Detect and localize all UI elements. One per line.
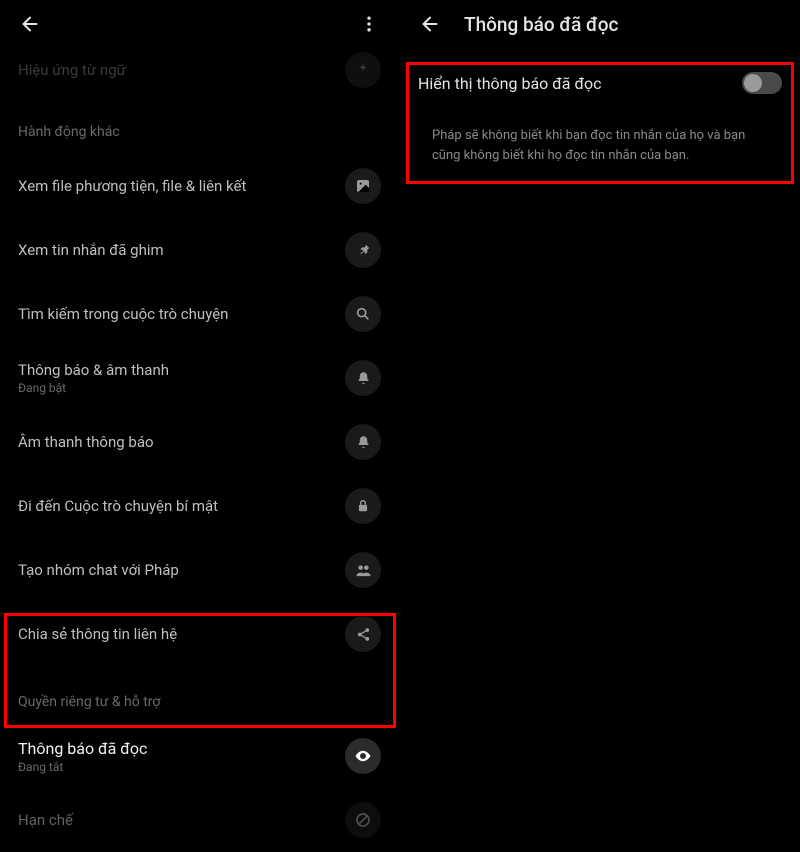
icon-circle xyxy=(345,232,381,268)
back-button[interactable] xyxy=(412,6,448,42)
row-label: Xem file phương tiện, file & liên kết xyxy=(18,177,246,195)
icon-circle xyxy=(345,296,381,332)
search-icon xyxy=(355,306,371,322)
read-receipts-toggle[interactable] xyxy=(742,72,782,94)
row-share-contact[interactable]: Chia sẻ thông tin liên hệ xyxy=(0,602,399,666)
arrow-left-icon xyxy=(19,13,41,35)
setting-description: Pháp sẽ không biết khi bạn đọc tin nhắn … xyxy=(400,106,800,173)
topbar-right: Thông báo đã đọc xyxy=(400,0,800,48)
row-secret-conversation[interactable]: Đi đến Cuộc trò chuyện bí mật xyxy=(0,474,399,538)
icon-circle xyxy=(345,802,381,838)
icon-circle xyxy=(345,168,381,204)
row-label: Tìm kiếm trong cuộc trò chuyện xyxy=(18,305,228,323)
icon-circle xyxy=(345,738,381,774)
overflow-menu-button[interactable] xyxy=(351,6,387,42)
section-header-actions: Hành động khác xyxy=(0,96,399,154)
read-receipts-pane: Thông báo đã đọc Hiển thị thông báo đã đ… xyxy=(400,0,800,800)
pin-icon xyxy=(356,243,371,258)
row-create-group[interactable]: Tạo nhóm chat với Pháp xyxy=(0,538,399,602)
row-restrict[interactable]: Hạn chế xyxy=(0,788,399,852)
row-label: Thông báo đã đọc xyxy=(18,739,147,758)
row-pinned-messages[interactable]: Xem tin nhắn đã ghim xyxy=(0,218,399,282)
row-read-receipts[interactable]: Thông báo đã đọc Đang tắt xyxy=(0,724,399,788)
back-button[interactable] xyxy=(12,6,48,42)
icon-circle xyxy=(345,424,381,460)
row-label: Đi đến Cuộc trò chuyện bí mật xyxy=(18,497,218,515)
icon-circle xyxy=(345,616,381,652)
row-label: Hạn chế xyxy=(18,811,73,829)
arrow-left-icon xyxy=(419,13,441,35)
icon-circle xyxy=(345,552,381,588)
lock-icon xyxy=(356,499,370,513)
sparkle-icon xyxy=(355,62,371,78)
topbar-left xyxy=(0,0,399,48)
row-label: Thông báo & âm thanh xyxy=(18,361,169,379)
bell-icon xyxy=(356,371,371,386)
row-label: Hiệu ứng từ ngữ xyxy=(18,61,126,79)
group-icon xyxy=(355,562,372,579)
row-label: Chia sẻ thông tin liên hệ xyxy=(18,625,177,643)
image-icon xyxy=(355,178,371,194)
row-show-read-receipts[interactable]: Hiển thị thông báo đã đọc xyxy=(400,48,800,106)
row-label: Xem tin nhắn đã ghim xyxy=(18,241,164,259)
word-effects-icon-circle xyxy=(345,52,381,88)
more-vertical-icon xyxy=(359,14,379,34)
block-icon xyxy=(355,812,371,828)
eye-icon xyxy=(354,747,372,765)
row-label: Tạo nhóm chat với Pháp xyxy=(18,561,179,579)
row-notifications-sounds[interactable]: Thông báo & âm thanh Đang bật xyxy=(0,346,399,410)
row-notification-sound[interactable]: Âm thanh thông báo xyxy=(0,410,399,474)
bell-icon xyxy=(356,435,371,450)
row-word-effects[interactable]: Hiệu ứng từ ngữ xyxy=(0,48,399,96)
row-media-files-links[interactable]: Xem file phương tiện, file & liên kết xyxy=(0,154,399,218)
row-label: Âm thanh thông báo xyxy=(18,433,154,451)
row-search-conversation[interactable]: Tìm kiếm trong cuộc trò chuyện xyxy=(0,282,399,346)
toggle-label: Hiển thị thông báo đã đọc xyxy=(418,74,602,93)
page-title: Thông báo đã đọc xyxy=(464,13,618,36)
toggle-knob xyxy=(744,74,762,92)
icon-circle xyxy=(345,360,381,396)
icon-circle xyxy=(345,488,381,524)
share-icon xyxy=(356,627,371,642)
row-sublabel: Đang tắt xyxy=(18,760,147,774)
row-sublabel: Đang bật xyxy=(18,381,169,395)
section-header-privacy: Quyền riêng tư & hỗ trợ xyxy=(0,666,399,724)
settings-pane: Hiệu ứng từ ngữ Hành động khác Xem file … xyxy=(0,0,400,800)
